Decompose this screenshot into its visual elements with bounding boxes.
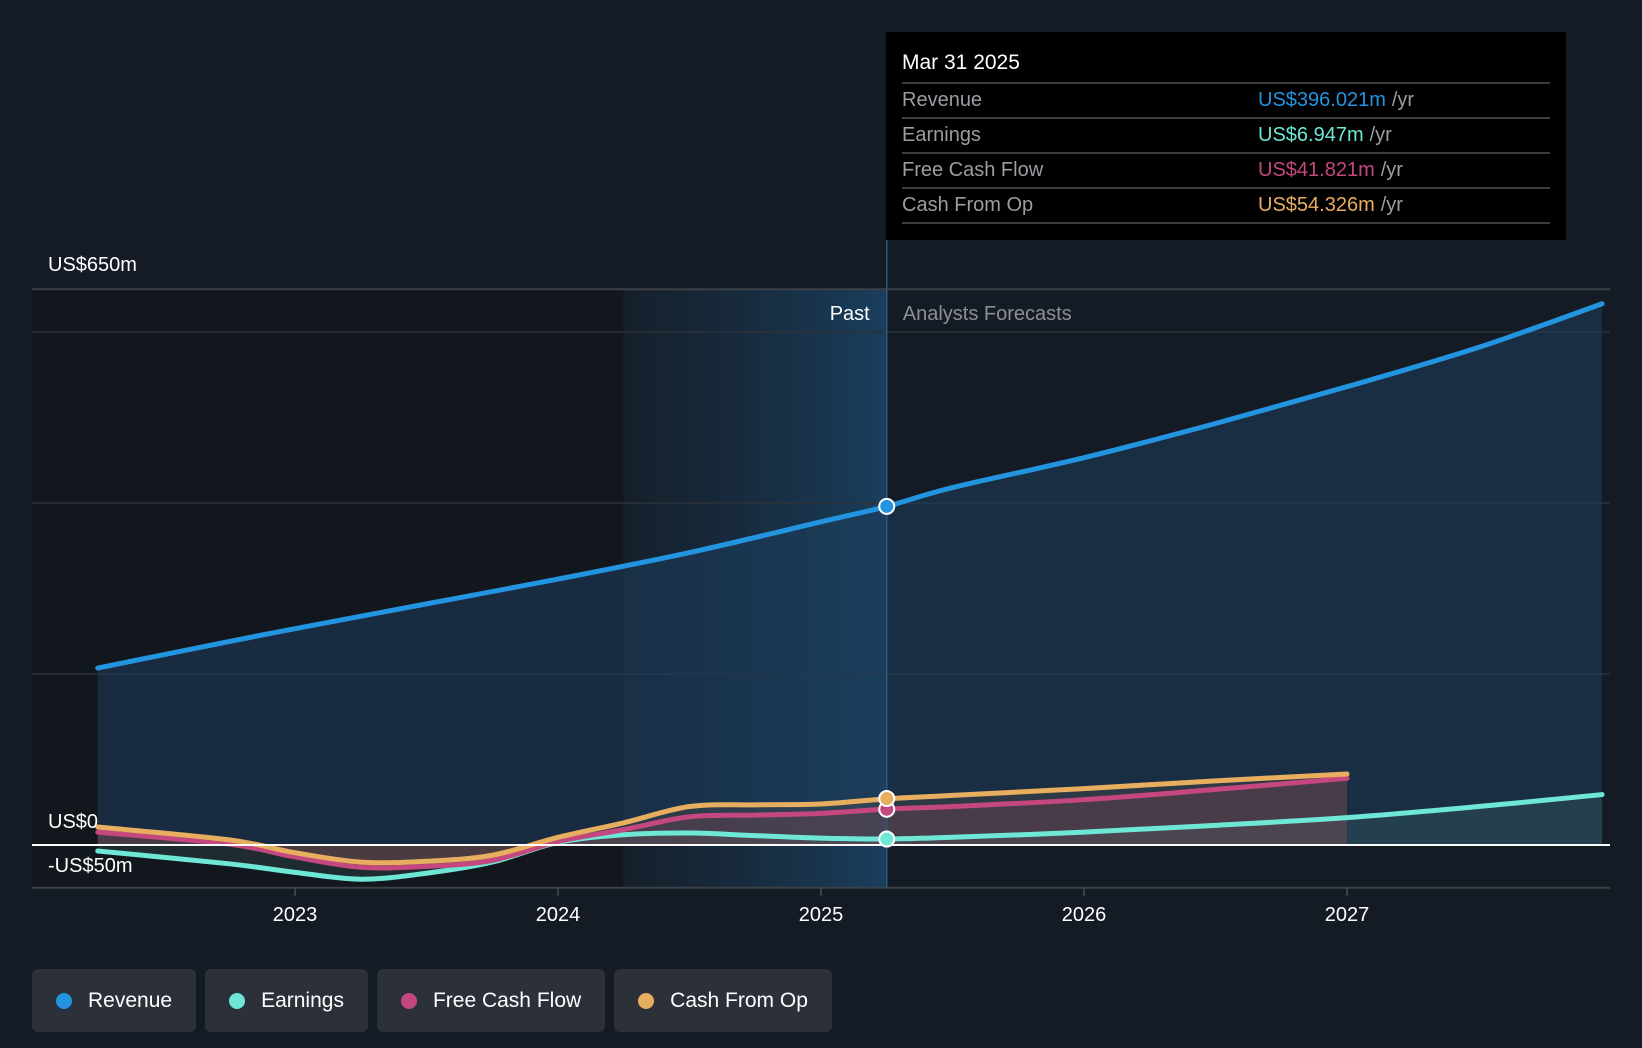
tooltip-label: Cash From Op: [902, 194, 1034, 216]
x-tick-label: 2027: [1325, 904, 1370, 926]
tooltip-row-free-cash-flow: Free Cash Flow US$41.821m /yr: [902, 154, 1550, 189]
y-label-top: US$650m: [48, 254, 137, 276]
legend-dot-icon: [400, 992, 417, 1009]
x-tick-label: 2024: [536, 904, 581, 926]
tooltip-date: Mar 31 2025: [902, 46, 1550, 84]
past-label: Past: [830, 303, 870, 325]
forecast-label: Analysts Forecasts: [903, 303, 1072, 325]
cash-from-op-cursor-point: [878, 790, 896, 808]
legend-dot-icon: [56, 992, 72, 1009]
tooltip-value: US$54.326m: [1258, 194, 1375, 216]
legend-item-revenue[interactable]: Revenue: [32, 969, 197, 1032]
legend-label: Revenue: [88, 988, 173, 1012]
revenue-cursor-point: [878, 497, 896, 515]
tooltip-unit: /yr: [1380, 159, 1403, 181]
legend-item-free-cash-flow[interactable]: Free Cash Flow: [376, 969, 606, 1032]
tooltip-unit: /yr: [1380, 194, 1403, 216]
y-label-bottom: -US$50m: [48, 855, 132, 877]
x-tick-label: 2023: [273, 904, 318, 926]
tooltip-label: Revenue: [902, 89, 983, 111]
legend-item-cash-from-op[interactable]: Cash From Op: [614, 969, 832, 1032]
legend: Revenue Earnings Free Cash Flow Cash Fro…: [32, 969, 832, 1032]
legend-label: Free Cash Flow: [432, 988, 582, 1012]
tooltip-label: Earnings: [902, 124, 981, 146]
x-tick-label: 2026: [1062, 904, 1107, 926]
tooltip-row-cash-from-op: Cash From Op US$54.326m /yr: [902, 189, 1550, 224]
tooltip: Mar 31 2025 Revenue US$396.021m /yr Earn…: [886, 32, 1566, 240]
tooltip-unit: /yr: [1369, 124, 1392, 146]
tooltip-value: US$6.947m: [1258, 124, 1364, 146]
legend-item-earnings[interactable]: Earnings: [205, 969, 368, 1032]
legend-label: Earnings: [261, 988, 344, 1012]
legend-dot-icon: [638, 992, 655, 1009]
legend-label: Cash From Op: [670, 988, 808, 1012]
tooltip-value: US$41.821m: [1258, 159, 1375, 181]
legend-dot-icon: [229, 992, 246, 1009]
tooltip-row-earnings: Earnings US$6.947m /yr: [902, 119, 1550, 154]
x-tick-label: 2025: [799, 904, 844, 926]
tooltip-value: US$396.021m: [1258, 89, 1386, 111]
tooltip-label: Free Cash Flow: [902, 159, 1044, 181]
y-label-zero: US$0: [48, 811, 98, 833]
earnings-cursor-point: [878, 830, 896, 848]
tooltip-row-revenue: Revenue US$396.021m /yr: [902, 84, 1550, 119]
tooltip-unit: /yr: [1391, 89, 1415, 111]
